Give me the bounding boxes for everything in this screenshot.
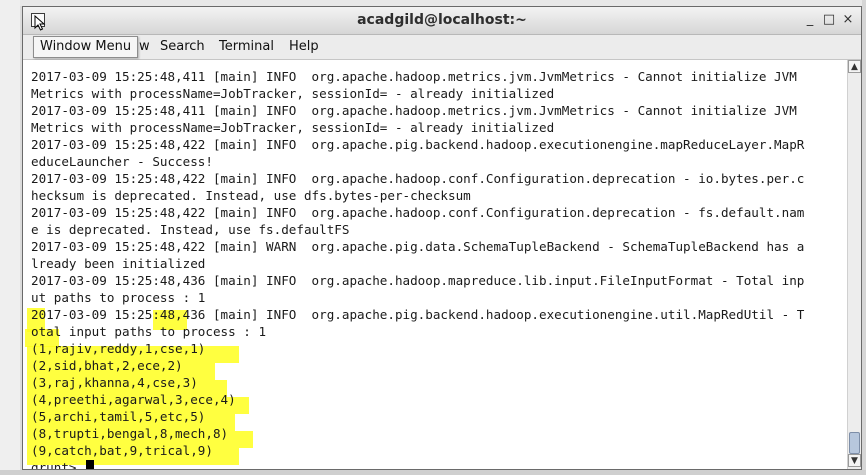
result-row: (5,archi,tamil,5,etc,5) [31, 409, 206, 424]
result-row: (8,trupti,bengal,8,mech,8) [31, 426, 229, 441]
text-cursor [86, 460, 95, 469]
result-row: (4,preethi,agarwal,3,ece,4) [31, 392, 236, 407]
terminal-line: 2017-03-09 15:25:48,436 [main] INFO org.… [31, 273, 805, 288]
terminal-line: educeLauncher - Success! [31, 154, 213, 169]
menu-item-help[interactable]: Help [289, 38, 319, 56]
terminal-line: 2017-03-09 15:25:48,436 [main] INFO org.… [31, 307, 805, 322]
desktop-right-edge [862, 0, 866, 475]
terminal-output[interactable]: 2017-03-09 15:25:48,411 [main] INFO org.… [23, 60, 846, 469]
terminal-line: ut paths to process : 1 [31, 290, 206, 305]
terminal-line: hecksum is deprecated. Instead, use dfs.… [31, 188, 471, 203]
terminal-line: Metrics with processName=JobTracker, ses… [31, 120, 555, 135]
title-bar[interactable]: acadgild@localhost:~ _ □ × [23, 7, 861, 35]
menu-item-terminal[interactable]: Terminal [219, 38, 274, 56]
terminal-line: 2017-03-09 15:25:48,411 [main] INFO org.… [31, 69, 797, 84]
terminal-line: e is deprecated. Instead, use fs.default… [31, 222, 350, 237]
grunt-prompt: grunt> [31, 460, 85, 469]
menu-item-search[interactable]: Search [160, 38, 205, 56]
scrollbar-thumb[interactable] [849, 432, 860, 454]
desktop-left-edge [0, 0, 20, 475]
scroll-up-icon[interactable]: ▲ [848, 60, 861, 73]
menu-bar: w Search Terminal Help [23, 35, 861, 60]
scroll-down-icon[interactable]: ▼ [848, 454, 861, 467]
close-icon[interactable]: × [839, 11, 857, 29]
terminal-line: 2017-03-09 15:25:48,422 [main] INFO org.… [31, 205, 805, 220]
result-row: (9,catch,bat,9,trical,9) [31, 443, 213, 458]
terminal-line: Metrics with processName=JobTracker, ses… [31, 86, 555, 101]
terminal-window: acadgild@localhost:~ _ □ × w Search Term… [22, 6, 862, 470]
result-row: (2,sid,bhat,2,ece,2) [31, 358, 183, 373]
desktop-bottom-edge [0, 470, 866, 475]
minimize-icon[interactable]: _ [801, 11, 819, 29]
terminal-line: 2017-03-09 15:25:48,422 [main] INFO org.… [31, 137, 805, 152]
window-title: acadgild@localhost:~ [357, 12, 527, 28]
vertical-scrollbar[interactable]: ▲ ▼ [847, 60, 861, 469]
menu-item-view[interactable]: w [139, 38, 150, 56]
terminal-line: otal input paths to process : 1 [31, 324, 267, 339]
terminal-line: lready been initialized [31, 256, 206, 271]
terminal-line: 2017-03-09 15:25:48,411 [main] INFO org.… [31, 103, 797, 118]
result-row: (3,raj,khanna,4,cse,3) [31, 375, 198, 390]
window-menu-tooltip[interactable]: Window Menu [33, 36, 139, 58]
terminal-line: 2017-03-09 15:25:48,422 [main] WARN org.… [31, 239, 805, 254]
command-prompt-line[interactable]: grunt> [31, 459, 95, 469]
terminal-line: 2017-03-09 15:25:48,422 [main] INFO org.… [31, 171, 805, 186]
maximize-icon[interactable]: □ [820, 11, 838, 29]
result-row: (1,rajiv,reddy,1,cse,1) [31, 341, 206, 356]
